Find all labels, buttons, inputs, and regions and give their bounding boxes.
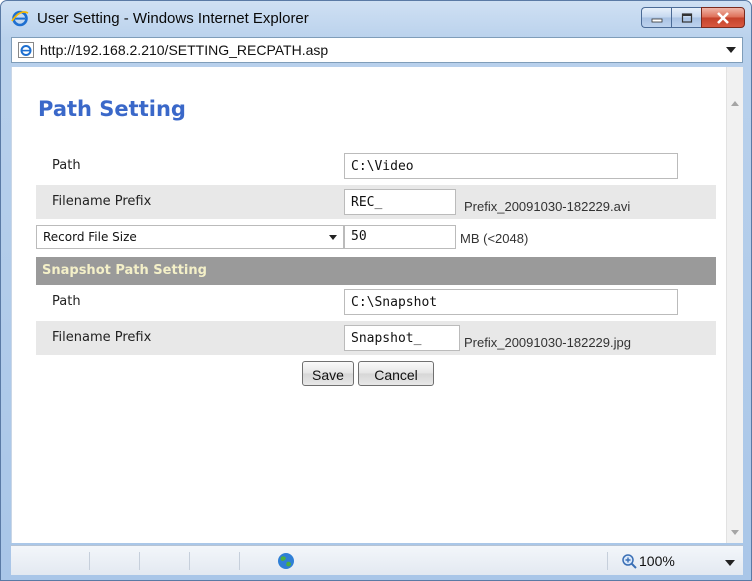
snapshot-prefix-input[interactable]: [344, 325, 460, 351]
snapshot-section-header: Snapshot Path Setting: [36, 257, 716, 285]
chevron-down-icon: [329, 235, 337, 240]
window-controls: [641, 7, 745, 28]
record-prefix-example: Prefix_20091030-182229.avi: [464, 199, 631, 214]
record-file-size-input[interactable]: [344, 225, 456, 249]
cancel-button[interactable]: Cancel: [358, 361, 434, 386]
internet-zone-globe-icon[interactable]: [277, 552, 295, 570]
address-bar[interactable]: http://192.168.2.210/SETTING_RECPATH.asp: [11, 37, 743, 63]
status-divider: [89, 552, 90, 570]
internet-explorer-icon: [11, 10, 29, 27]
record-path-label: Path: [52, 158, 81, 173]
record-prefix-input[interactable]: [344, 189, 456, 215]
page-content: Path Setting Path Filename Prefix Prefix…: [11, 67, 726, 543]
minimize-button[interactable]: [641, 7, 671, 28]
scroll-down-icon[interactable]: [731, 530, 739, 535]
title-bar[interactable]: User Setting - Windows Internet Explorer: [1, 1, 751, 35]
status-divider: [239, 552, 240, 570]
status-bar: 100%: [11, 545, 743, 575]
status-divider: [607, 552, 608, 570]
minimize-icon: [651, 18, 662, 22]
window-title: User Setting - Windows Internet Explorer: [37, 10, 309, 27]
browser-window: User Setting - Windows Internet Explorer: [0, 0, 752, 581]
vertical-scrollbar[interactable]: [726, 67, 743, 543]
snapshot-prefix-example: Prefix_20091030-182229.jpg: [464, 335, 631, 350]
status-divider: [139, 552, 140, 570]
zoom-magnifier-icon[interactable]: [621, 553, 637, 569]
page-title: Path Setting: [38, 97, 186, 121]
snapshot-path-label: Path: [52, 294, 81, 309]
close-button[interactable]: [701, 7, 745, 28]
record-file-size-select[interactable]: Record File Size: [36, 225, 344, 249]
zoom-level[interactable]: 100%: [639, 553, 675, 569]
save-button[interactable]: Save: [302, 361, 354, 386]
zoom-dropdown-icon[interactable]: [725, 560, 735, 566]
record-path-input[interactable]: [344, 153, 678, 179]
record-file-size-unit: MB (<2048): [460, 231, 529, 246]
status-divider: [189, 552, 190, 570]
close-icon: [717, 11, 729, 24]
record-file-size-selected: Record File Size: [43, 230, 137, 244]
record-prefix-label: Filename Prefix: [52, 194, 152, 209]
address-url: http://192.168.2.210/SETTING_RECPATH.asp: [40, 42, 329, 58]
maximize-icon: [681, 12, 692, 23]
scroll-up-icon[interactable]: [731, 101, 739, 106]
page-icon: [18, 42, 34, 58]
address-dropdown-icon[interactable]: [726, 47, 736, 53]
snapshot-prefix-label: Filename Prefix: [52, 330, 152, 345]
maximize-button[interactable]: [671, 7, 701, 28]
snapshot-path-input[interactable]: [344, 289, 678, 315]
